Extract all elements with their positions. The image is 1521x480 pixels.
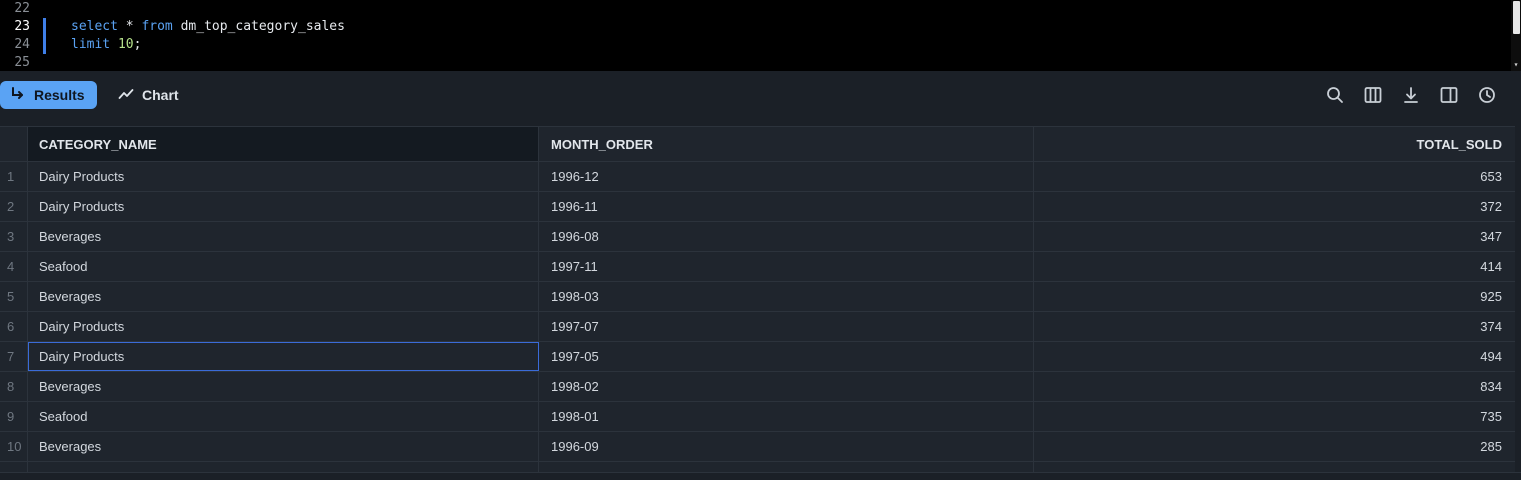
table-row[interactable]: 6 Dairy Products 1997-07 374	[0, 312, 1515, 342]
results-table: CATEGORY_NAME MONTH_ORDER TOTAL_SOLD 1 Da…	[0, 126, 1515, 472]
editor-scrollbar-thumb[interactable]	[1513, 1, 1520, 34]
editor-line[interactable]: 24 limit 10;	[0, 36, 1510, 54]
line-number: 23	[14, 19, 30, 34]
table-row[interactable]: 9 Seafood 1998-01 735	[0, 402, 1515, 432]
cell-month-order[interactable]: 1996-11	[539, 192, 1034, 221]
code-text: select * from dm_top_category_sales	[71, 18, 345, 36]
table-row[interactable]: 1 Dairy Products 1996-12 653	[0, 162, 1515, 192]
table-horizontal-scrollbar[interactable]	[0, 472, 1521, 480]
table-row[interactable]: 2 Dairy Products 1996-11 372	[0, 192, 1515, 222]
cell-month-order[interactable]: 1997-05	[539, 342, 1034, 371]
line-number: 25	[14, 55, 30, 70]
editor-scrollbar[interactable]: ▾	[1511, 0, 1521, 71]
table-row-partial	[0, 462, 1515, 472]
cell-month-order[interactable]: 1997-07	[539, 312, 1034, 341]
table-row[interactable]: 10 Beverages 1996-09 285	[0, 432, 1515, 462]
code-token: from	[141, 19, 173, 34]
table-vertical-scrollbar[interactable]	[1515, 126, 1521, 472]
cell-month-order[interactable]: 1998-02	[539, 372, 1034, 401]
cell-total-sold[interactable]: 372	[1034, 192, 1515, 221]
row-number: 3	[0, 222, 28, 251]
editor-line[interactable]: 23 select * from dm_top_category_sales	[0, 18, 1510, 36]
cell-category-name[interactable]: Beverages	[28, 372, 539, 401]
table-row[interactable]: 3 Beverages 1996-08 347	[0, 222, 1515, 252]
cell-total-sold[interactable]: 374	[1034, 312, 1515, 341]
results-arrow-icon	[10, 86, 26, 105]
split-panel-icon[interactable]	[1439, 85, 1459, 105]
cell-month-order[interactable]: 1997-11	[539, 252, 1034, 281]
cell-total-sold[interactable]: 494	[1034, 342, 1515, 371]
search-icon[interactable]	[1325, 85, 1345, 105]
chart-tab-label: Chart	[142, 87, 179, 103]
columns-icon[interactable]	[1363, 85, 1383, 105]
row-number: 9	[0, 402, 28, 431]
line-chart-icon	[118, 86, 134, 105]
row-number: 4	[0, 252, 28, 281]
download-icon[interactable]	[1401, 85, 1421, 105]
row-number: 5	[0, 282, 28, 311]
scroll-down-arrow-icon[interactable]: ▾	[1512, 61, 1520, 69]
cell-month-order[interactable]: 1996-08	[539, 222, 1034, 251]
cell-category-name[interactable]: Beverages	[28, 222, 539, 251]
results-tab-label: Results	[34, 87, 85, 103]
cell-category-name[interactable]: Seafood	[28, 252, 539, 281]
cell-total-sold[interactable]: 414	[1034, 252, 1515, 281]
column-header-category-name[interactable]: CATEGORY_NAME	[28, 127, 539, 161]
row-number: 10	[0, 432, 28, 461]
active-statement-marker	[43, 18, 46, 36]
history-icon[interactable]	[1477, 85, 1497, 105]
code-token: *	[117, 19, 142, 34]
cell-category-name[interactable]: Seafood	[28, 402, 539, 431]
cell-category-name[interactable]: Beverages	[28, 432, 539, 461]
cell-category-name[interactable]: Beverages	[28, 282, 539, 311]
code-token: ;	[133, 37, 142, 52]
row-number: 6	[0, 312, 28, 341]
column-header-total-sold[interactable]: TOTAL_SOLD	[1034, 127, 1515, 161]
cell-month-order[interactable]: 1998-01	[539, 402, 1034, 431]
table-row[interactable]: 8 Beverages 1998-02 834	[0, 372, 1515, 402]
cell-total-sold[interactable]: 834	[1034, 372, 1515, 401]
code-token: 10	[117, 37, 134, 52]
results-tab-button[interactable]: Results	[0, 81, 97, 109]
cell-category-name[interactable]: Dairy Products	[28, 312, 539, 341]
code-token: limit	[71, 37, 111, 52]
editor-line[interactable]: 25	[0, 54, 1510, 71]
line-number: 22	[14, 1, 30, 16]
table-row[interactable]: 7 Dairy Products 1997-05 494	[0, 342, 1515, 372]
cell-month-order[interactable]: 1996-09	[539, 432, 1034, 461]
row-number: 2	[0, 192, 28, 221]
cell-category-name[interactable]: Dairy Products	[28, 192, 539, 221]
cell-total-sold[interactable]: 735	[1034, 402, 1515, 431]
cell-total-sold[interactable]: 925	[1034, 282, 1515, 311]
cell-month-order[interactable]: 1996-12	[539, 162, 1034, 191]
cell-total-sold[interactable]: 653	[1034, 162, 1515, 191]
code-text: limit 10;	[71, 36, 141, 54]
table-row[interactable]: 4 Seafood 1997-11 414	[0, 252, 1515, 282]
cell-category-name[interactable]: Dairy Products	[28, 162, 539, 191]
chart-tab-button[interactable]: Chart	[112, 81, 188, 109]
line-number: 24	[14, 37, 30, 52]
row-number: 8	[0, 372, 28, 401]
cell-category-name[interactable]: Dairy Products	[28, 342, 539, 371]
row-number: 1	[0, 162, 28, 191]
results-toolbar: Results Chart	[0, 71, 1521, 119]
cell-total-sold[interactable]: 285	[1034, 432, 1515, 461]
row-number: 7	[0, 342, 28, 371]
editor-line[interactable]: 22	[0, 0, 1510, 18]
row-number-header	[0, 127, 28, 161]
cell-total-sold[interactable]: 347	[1034, 222, 1515, 251]
sql-editor[interactable]: 22 23 select * from dm_top_category_sales 2…	[0, 0, 1521, 71]
cell-month-order[interactable]: 1998-03	[539, 282, 1034, 311]
code-token: dm_top_category_sales	[172, 19, 345, 34]
column-header-month-order[interactable]: MONTH_ORDER	[539, 127, 1034, 161]
active-statement-marker	[43, 36, 46, 54]
table-row[interactable]: 5 Beverages 1998-03 925	[0, 282, 1515, 312]
code-token: select	[71, 19, 118, 34]
table-header-row: CATEGORY_NAME MONTH_ORDER TOTAL_SOLD	[0, 126, 1515, 162]
